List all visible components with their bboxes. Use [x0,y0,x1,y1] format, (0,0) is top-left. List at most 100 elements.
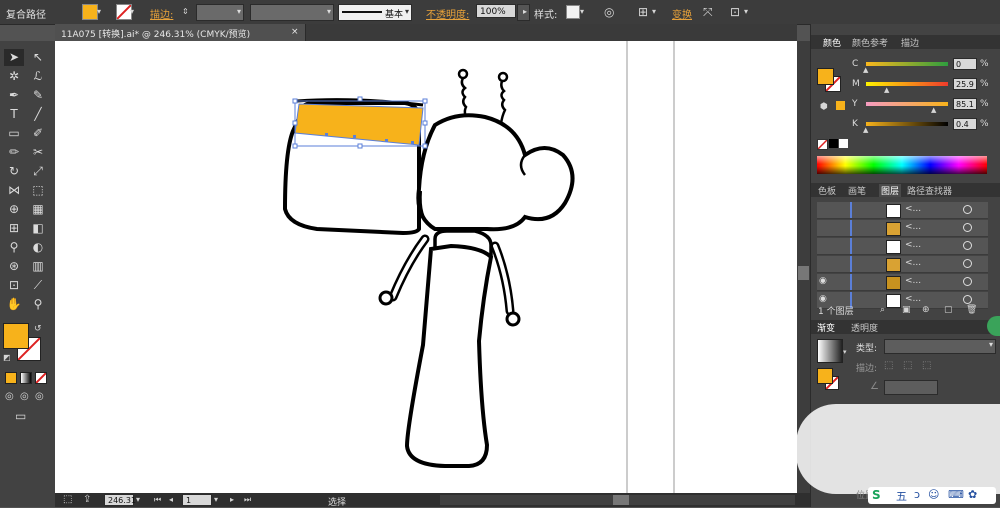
cyan-slider[interactable] [866,62,948,66]
target-circle-icon[interactable] [963,223,972,232]
layer-name[interactable]: <... [905,222,921,232]
layer-name[interactable]: <... [905,276,921,286]
layer-row[interactable]: <... [817,238,988,255]
recolor-icon[interactable]: ◎ [604,5,614,19]
magic-wand-tool-icon[interactable]: ✲ [4,68,24,85]
none-mode-button[interactable] [35,372,47,384]
white-swatch[interactable] [839,139,848,148]
close-icon[interactable]: × [291,27,299,37]
fill-color-box[interactable] [3,323,29,349]
gradient-angle-input[interactable] [884,380,938,395]
paintbrush-tool-icon[interactable]: ✐ [28,125,48,142]
cyan-value[interactable]: 0 [953,58,977,70]
last-artboard-icon[interactable]: ⏭ [244,493,251,507]
layer-row[interactable]: ◉ <... [817,274,988,291]
web-safe-swatch[interactable] [836,101,845,110]
direct-selection-tool-icon[interactable]: ↖ [28,49,48,66]
tab-color[interactable]: 颜色 [823,36,841,49]
new-sublayer-icon[interactable]: ⊕ [922,303,930,317]
visibility-eye-icon[interactable]: ◉ [819,294,831,304]
blend-tool-icon[interactable]: ◐ [28,239,48,256]
chevron-down-icon[interactable]: ▾ [843,345,847,359]
screen-mode-icon[interactable]: ▭ [15,409,26,423]
pencil-tool-icon[interactable]: ✏ [4,144,24,161]
horizontal-scroll-thumb[interactable] [613,495,629,505]
visibility-eye-icon[interactable]: ◉ [819,276,831,286]
layer-name[interactable]: <... [905,258,921,268]
line-tool-icon[interactable]: ╱ [28,106,48,123]
previous-artboard-icon[interactable]: ◂ [169,493,173,507]
tab-stroke[interactable]: 描边 [901,36,919,49]
opacity-input[interactable]: 100% [476,4,516,18]
default-colors-icon[interactable]: ◩ [3,351,11,365]
stepper-icon[interactable]: ⇕ [182,5,189,19]
magenta-slider-thumb[interactable]: ▲ [884,83,889,97]
chevron-down-icon[interactable]: ▾ [652,5,656,19]
artboard-nav-icon[interactable]: ⬚ [63,493,72,507]
magenta-slider[interactable] [866,82,948,86]
isolate-icon[interactable]: ⤧ [703,5,713,19]
mesh-tool-icon[interactable]: ⊞ [4,220,24,237]
graphic-style-swatch[interactable] [566,5,580,19]
opacity-dropdown[interactable]: ▸ [517,4,530,21]
magenta-value[interactable]: 25.9 [953,78,977,90]
chevron-down-icon[interactable]: ▾ [97,5,101,19]
stroke-within-icon[interactable]: ⬚ [884,359,893,373]
chevron-down-icon[interactable]: ▾ [744,5,748,19]
selection-tool-icon[interactable]: ➤ [4,49,24,66]
curvature-tool-icon[interactable]: ✎ [28,87,48,104]
scissors-tool-icon[interactable]: ✂ [28,144,48,161]
target-circle-icon[interactable] [963,259,972,268]
zoom-input[interactable]: 246.31 [104,494,136,506]
cyan-slider-thumb[interactable]: ▲ [863,63,868,77]
slice-tool-icon[interactable]: ⟋ [28,277,48,294]
stroke-label[interactable]: 描边: [150,6,173,21]
free-transform-tool-icon[interactable]: ⬚ [28,182,48,199]
draw-normal-icon[interactable]: ◎ [5,390,14,404]
artboard-number-input[interactable]: 1 [182,494,212,506]
delete-layer-icon[interactable]: 🗑 [966,303,977,317]
layer-row[interactable]: <... [817,256,988,273]
none-swatch[interactable] [817,139,828,150]
type-tool-icon[interactable]: T [4,106,24,123]
color-panel-fill[interactable] [817,68,834,85]
tab-brushes[interactable]: 画笔 [848,184,866,197]
chevron-down-icon[interactable]: ▾ [136,493,140,507]
new-layer-icon[interactable]: ▢ [944,303,953,317]
hand-tool-icon[interactable]: ✋ [4,296,24,313]
out-of-web-color-icon[interactable]: ⬢ [820,100,828,114]
layer-name[interactable]: <... [905,240,921,250]
stroke-weight-dropdown[interactable]: ▾ [196,4,244,21]
rotate-tool-icon[interactable]: ↻ [4,163,24,180]
tab-pathfinder[interactable]: 路径查找器 [907,184,952,197]
black-swatch[interactable] [829,139,838,148]
eyedropper-tool-icon[interactable]: ⚲ [4,239,24,256]
stroke-across-icon[interactable]: ⬚ [922,359,931,373]
arrange-icon[interactable]: ⊡ [730,5,740,19]
graph-tool-icon[interactable]: ▥ [28,258,48,275]
layer-row[interactable]: <... [817,220,988,237]
make-clipping-mask-icon[interactable]: ▣ [902,303,911,317]
pen-tool-icon[interactable]: ✒ [4,87,24,104]
gradient-preview[interactable] [817,339,843,363]
input-method-toolbar[interactable]: S 五 ↄ ☺ ⌨ ✿ [868,487,996,504]
align-icon[interactable]: ⊞ [638,5,648,19]
symbol-sprayer-tool-icon[interactable]: ⊛ [4,258,24,275]
target-circle-icon[interactable] [963,277,972,286]
black-slider[interactable] [866,122,948,126]
horizontal-scrollbar[interactable] [440,495,795,505]
perspective-grid-tool-icon[interactable]: ▦ [28,201,48,218]
brush-definition-dropdown[interactable]: 基本 ▾ [338,4,412,21]
chevron-down-icon[interactable]: ▾ [214,493,218,507]
width-tool-icon[interactable]: ⋈ [4,182,24,199]
yellow-value[interactable]: 85.1 [953,98,977,110]
circle-button[interactable] [987,316,1000,336]
vertical-scroll-thumb[interactable] [798,266,809,280]
shape-builder-tool-icon[interactable]: ⊕ [4,201,24,218]
lasso-tool-icon[interactable]: ℒ [28,68,48,85]
swap-icon[interactable]: ↺ [34,322,42,336]
first-artboard-icon[interactable]: ⏮ [154,493,161,507]
tab-swatches[interactable]: 色板 [818,184,836,197]
layer-name[interactable]: <... [905,204,921,214]
scale-tool-icon[interactable]: ⤢ [28,163,48,180]
